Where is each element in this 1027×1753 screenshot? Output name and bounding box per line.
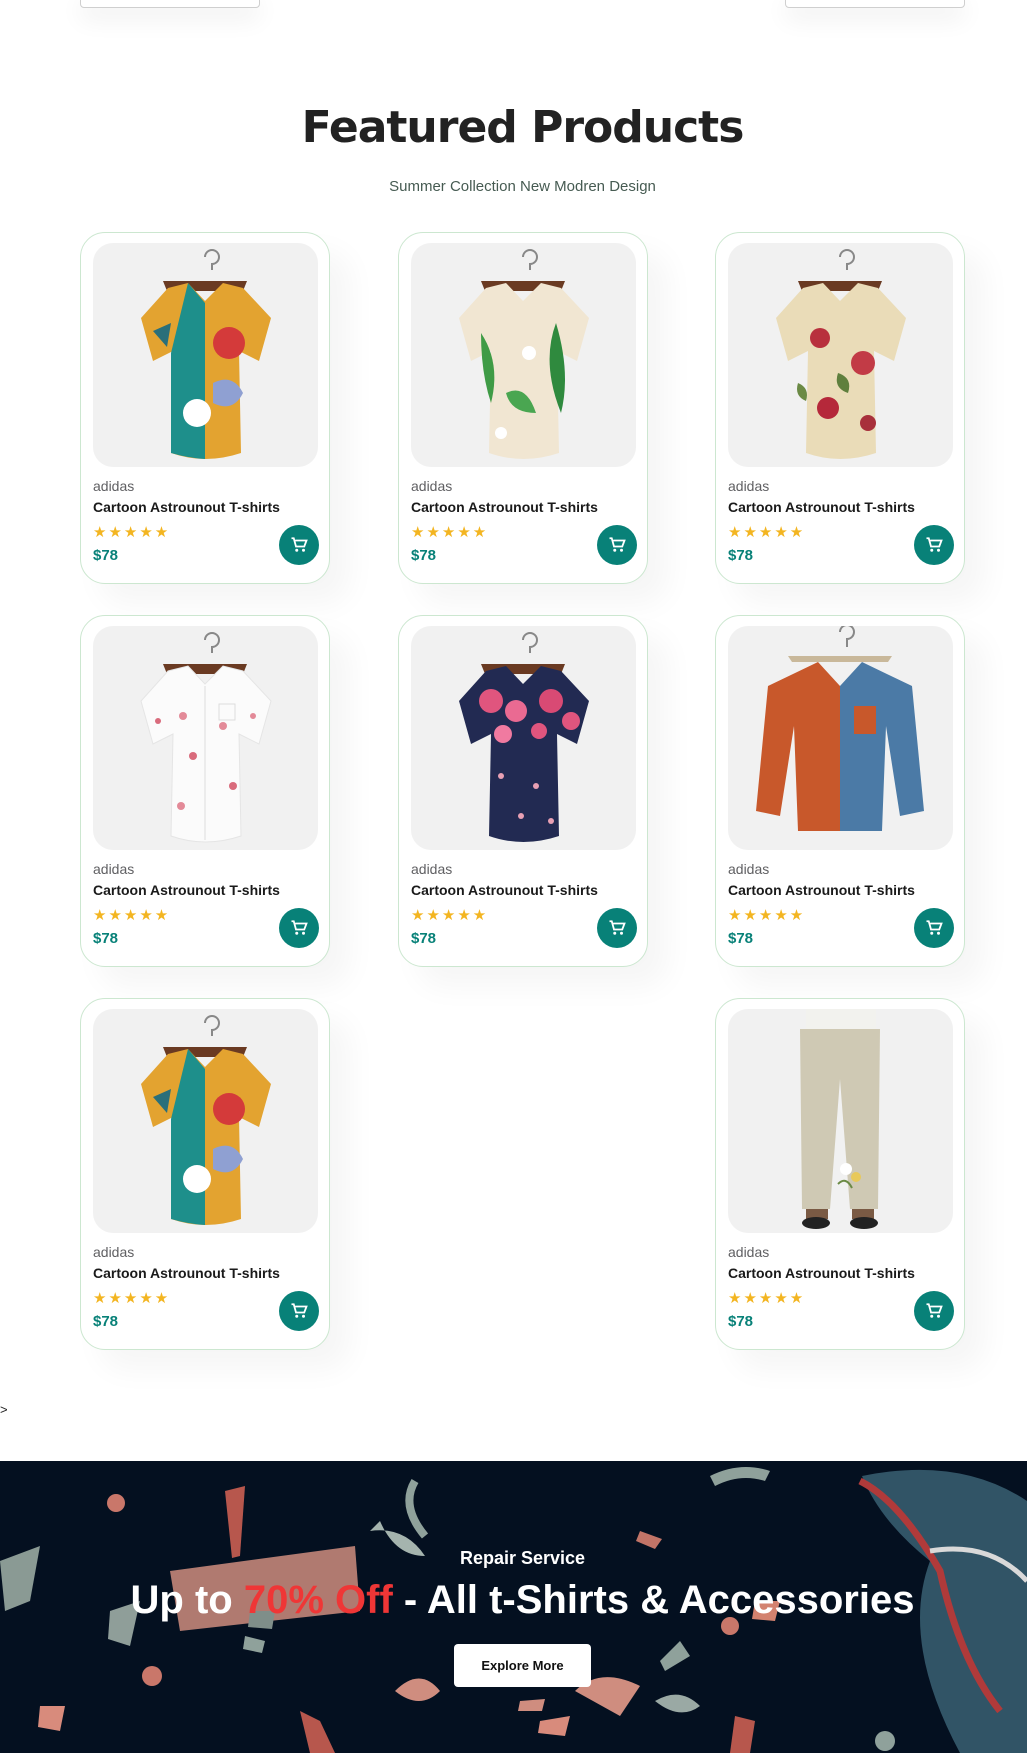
add-to-cart-button[interactable] (914, 1291, 954, 1331)
shirt-colorful-pattern-icon (141, 249, 271, 459)
product-card[interactable]: adidas Cartoon Astrounout T-shirts ★★★★★… (715, 232, 965, 584)
banner-headline-accent: 70% Off (243, 1578, 393, 1622)
shirt-leaf-print-icon (459, 249, 589, 459)
promo-banner: Repair Service Up to 70% Off - All t-Shi… (0, 1461, 1027, 1753)
stray-text: > (0, 1402, 8, 1417)
product-card[interactable]: adidas Cartoon Astrounout T-shirts ★★★★★… (715, 998, 965, 1350)
product-brand: adidas (411, 861, 453, 877)
section-subtitle: Summer Collection New Modren Design (389, 178, 656, 195)
add-to-cart-button[interactable] (279, 908, 319, 948)
product-image[interactable] (728, 626, 953, 850)
product-rating-stars: ★★★★★ (93, 1290, 171, 1307)
product-brand: adidas (93, 1244, 135, 1260)
add-to-cart-button[interactable] (914, 525, 954, 565)
cart-icon (291, 1303, 308, 1318)
product-rating-stars: ★★★★★ (93, 524, 171, 541)
shirt-floral-cream-icon (776, 249, 906, 459)
cart-icon (609, 537, 626, 552)
product-card[interactable]: adidas Cartoon Astrounout T-shirts ★★★★★… (80, 615, 330, 967)
shirt-orange-blue-icon (756, 626, 924, 831)
product-brand: adidas (728, 478, 770, 494)
product-image[interactable] (411, 626, 636, 850)
page: Featured Products Summer Collection New … (0, 0, 1027, 1753)
product-name[interactable]: Cartoon Astrounout T-shirts (93, 882, 280, 898)
add-to-cart-button[interactable] (279, 1291, 319, 1331)
product-card[interactable]: adidas Cartoon Astrounout T-shirts ★★★★★… (398, 615, 648, 967)
product-price: $78 (411, 930, 437, 947)
product-brand: adidas (93, 861, 135, 877)
product-rating-stars: ★★★★★ (728, 1290, 806, 1307)
product-image[interactable] (93, 1009, 318, 1233)
product-image[interactable] (93, 243, 318, 467)
product-brand: adidas (728, 861, 770, 877)
banner-headline-suffix: - All t-Shirts & Accessories (392, 1578, 915, 1622)
product-name[interactable]: Cartoon Astrounout T-shirts (93, 499, 280, 515)
product-name[interactable]: Cartoon Astrounout T-shirts (93, 1265, 280, 1281)
banner-kicker: Repair Service (459, 1548, 586, 1568)
product-name[interactable]: Cartoon Astrounout T-shirts (728, 1265, 915, 1281)
banner-headline-prefix: Up to (130, 1578, 244, 1622)
product-card[interactable]: adidas Cartoon Astrounout T-shirts ★★★★★… (715, 615, 965, 967)
add-to-cart-button[interactable] (597, 525, 637, 565)
shirt-colorful-pattern-icon (141, 1015, 271, 1225)
cart-icon (609, 920, 626, 935)
previous-section-box-right (785, 0, 965, 8)
product-name[interactable]: Cartoon Astrounout T-shirts (728, 882, 915, 898)
product-price: $78 (728, 930, 754, 947)
product-image[interactable] (411, 243, 636, 467)
product-brand: adidas (728, 1244, 770, 1260)
add-to-cart-button[interactable] (914, 908, 954, 948)
cart-icon (926, 1303, 943, 1318)
section-title: Featured Products (301, 102, 745, 153)
linen-trousers-icon (800, 1009, 880, 1229)
product-card[interactable]: adidas Cartoon Astrounout T-shirts ★★★★★… (80, 232, 330, 584)
product-rating-stars: ★★★★★ (411, 907, 489, 924)
product-name[interactable]: Cartoon Astrounout T-shirts (411, 499, 598, 515)
banner-headline: Up to 70% Off - All t-Shirts & Accessori… (0, 1578, 1027, 1623)
cart-icon (926, 537, 943, 552)
product-image[interactable] (728, 243, 953, 467)
product-rating-stars: ★★★★★ (93, 907, 171, 924)
cart-icon (291, 537, 308, 552)
product-image[interactable] (728, 1009, 953, 1233)
product-card[interactable]: adidas Cartoon Astrounout T-shirts ★★★★★… (80, 998, 330, 1350)
cart-icon (926, 920, 943, 935)
product-price: $78 (93, 1313, 119, 1330)
product-price: $78 (411, 547, 437, 564)
explore-more-button[interactable]: Explore More (454, 1644, 591, 1687)
product-brand: adidas (93, 478, 135, 494)
add-to-cart-button[interactable] (597, 908, 637, 948)
product-price: $78 (728, 1313, 754, 1330)
product-price: $78 (93, 547, 119, 564)
product-price: $78 (93, 930, 119, 947)
product-name[interactable]: Cartoon Astrounout T-shirts (728, 499, 915, 515)
product-brand: adidas (411, 478, 453, 494)
previous-section-box-left (80, 0, 260, 8)
product-card[interactable]: adidas Cartoon Astrounout T-shirts ★★★★★… (398, 232, 648, 584)
add-to-cart-button[interactable] (279, 525, 319, 565)
cart-icon (291, 920, 308, 935)
product-image[interactable] (93, 626, 318, 850)
product-rating-stars: ★★★★★ (728, 524, 806, 541)
product-price: $78 (728, 547, 754, 564)
product-rating-stars: ★★★★★ (728, 907, 806, 924)
product-rating-stars: ★★★★★ (411, 524, 489, 541)
shirt-navy-floral-icon (459, 632, 589, 842)
product-name[interactable]: Cartoon Astrounout T-shirts (411, 882, 598, 898)
shirt-white-blossom-icon (140, 632, 272, 843)
